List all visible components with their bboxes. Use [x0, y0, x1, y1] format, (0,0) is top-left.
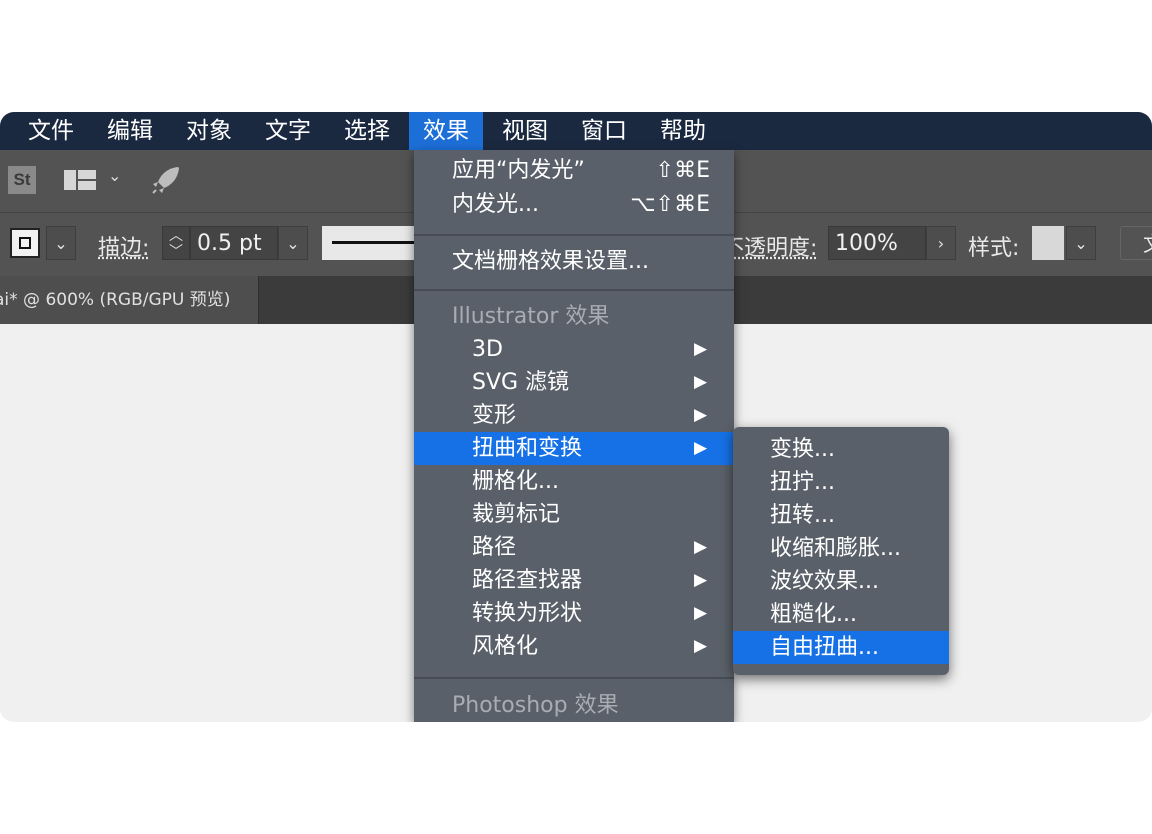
- menu-item-label: 扭曲和变换: [472, 436, 583, 461]
- document-setup-button[interactable]: 文: [1120, 226, 1152, 260]
- menu-item-crop-marks[interactable]: 裁剪标记: [414, 498, 734, 531]
- submenu-item-transform[interactable]: 变换...: [733, 433, 949, 466]
- shortcut-label: ⌥⇧⌘E: [630, 192, 710, 217]
- menu-item-label: 变形: [472, 403, 517, 428]
- effect-menu: 应用“内发光” ⇧⌘E 内发光... ⌥⇧⌘E 文档栅格效果设置... Illu…: [414, 150, 734, 722]
- menu-bar: 文件 编辑 对象 文字 选择 效果 视图 窗口 帮助: [0, 112, 1152, 150]
- opacity-expand-icon[interactable]: ›: [926, 226, 956, 260]
- chevron-down-icon[interactable]: ⌄: [108, 166, 121, 185]
- menu-separator: [414, 289, 734, 291]
- menu-effect[interactable]: 效果: [409, 112, 483, 150]
- menu-item-label: 扭拧...: [770, 470, 835, 495]
- adobe-stock-button[interactable]: St: [8, 166, 36, 194]
- stroke-color-swatch[interactable]: [10, 228, 40, 258]
- menu-separator: [414, 677, 734, 679]
- submenu-arrow-icon: ▶: [694, 636, 708, 656]
- opacity-label[interactable]: 不透明度:: [722, 230, 817, 262]
- stroke-color-dropdown[interactable]: ⌄: [46, 226, 76, 260]
- submenu-arrow-icon: ▶: [694, 405, 708, 425]
- style-label: 样式:: [968, 236, 1020, 261]
- menu-file[interactable]: 文件: [14, 112, 88, 150]
- menu-header-label: Illustrator 效果: [452, 304, 610, 329]
- submenu-item-roughen[interactable]: 粗糙化...: [733, 598, 949, 631]
- menu-item-label: 扭转...: [770, 503, 835, 528]
- menu-item-label: 收缩和膨胀...: [770, 536, 901, 561]
- submenu-arrow-icon: ▶: [694, 570, 708, 590]
- menu-item-label: 转换为形状: [472, 601, 583, 626]
- menu-item-stylize[interactable]: 风格化 ▶: [414, 630, 734, 663]
- submenu-arrow-icon: ▶: [694, 339, 708, 359]
- menu-item-label: 路径查找器: [472, 568, 583, 593]
- submenu-item-pucker-bloat[interactable]: 收缩和膨胀...: [733, 532, 949, 565]
- graphic-style-swatch[interactable]: [1032, 226, 1064, 260]
- stroke-stepper-icon[interactable]: ︿ ﹀: [162, 226, 190, 260]
- menu-window[interactable]: 窗口: [567, 112, 641, 150]
- menu-header-illustrator: Illustrator 效果: [414, 300, 734, 333]
- workspace-layout-icon[interactable]: [64, 170, 96, 190]
- menu-separator: [414, 234, 734, 236]
- menu-item-warp[interactable]: 变形 ▶: [414, 399, 734, 432]
- menu-item-apply-last-effect[interactable]: 应用“内发光” ⇧⌘E: [414, 154, 734, 187]
- menu-item-label: 路径: [472, 535, 517, 560]
- submenu-item-twist[interactable]: 扭转...: [733, 499, 949, 532]
- menu-item-label: 内发光...: [452, 192, 539, 217]
- menu-item-label: 栅格化...: [472, 469, 559, 494]
- stroke-weight-dropdown[interactable]: ⌄: [278, 226, 308, 260]
- document-tab[interactable]: ai* @ 600% (RGB/GPU 预览): [0, 276, 259, 324]
- menu-item-path[interactable]: 路径 ▶: [414, 531, 734, 564]
- distort-transform-submenu: 变换... 扭拧... 扭转... 收缩和膨胀... 波纹效果... 粗糙化..…: [733, 427, 949, 675]
- submenu-arrow-icon: ▶: [694, 438, 708, 458]
- shortcut-label: ⇧⌘E: [655, 158, 710, 183]
- menu-item-label: 变换...: [770, 437, 835, 462]
- menu-item-label: 3D: [472, 337, 503, 362]
- menu-item-label: SVG 滤镜: [472, 370, 570, 395]
- stroke-weight-input[interactable]: 0.5 pt: [190, 226, 278, 260]
- submenu-arrow-icon: ▶: [694, 603, 708, 623]
- menu-item-pathfinder[interactable]: 路径查找器 ▶: [414, 564, 734, 597]
- rocket-icon[interactable]: [150, 164, 182, 196]
- app-window: 文件 编辑 对象 文字 选择 效果 视图 窗口 帮助 St ⌄ ⌄ 描边: ︿ ﹀…: [0, 112, 1152, 722]
- menu-type[interactable]: 文字: [251, 112, 325, 150]
- menu-header-photoshop: Photoshop 效果: [414, 689, 734, 722]
- menu-item-label: 文档栅格效果设置...: [452, 249, 649, 274]
- submenu-item-tweak[interactable]: 扭拧...: [733, 466, 949, 499]
- menu-help[interactable]: 帮助: [646, 112, 720, 150]
- menu-item-svg-filters[interactable]: SVG 滤镜 ▶: [414, 366, 734, 399]
- menu-select[interactable]: 选择: [330, 112, 404, 150]
- submenu-item-free-distort[interactable]: 自由扭曲...: [733, 631, 949, 664]
- stroke-profile-preview[interactable]: [322, 226, 427, 260]
- opacity-input[interactable]: 100%: [828, 226, 926, 260]
- menu-edit[interactable]: 编辑: [93, 112, 167, 150]
- menu-view[interactable]: 视图: [488, 112, 562, 150]
- submenu-item-zig-zag[interactable]: 波纹效果...: [733, 565, 949, 598]
- menu-header-label: Photoshop 效果: [452, 693, 619, 718]
- menu-item-distort-transform[interactable]: 扭曲和变换 ▶: [414, 432, 734, 465]
- menu-item-last-effect[interactable]: 内发光... ⌥⇧⌘E: [414, 188, 734, 221]
- menu-item-label: 自由扭曲...: [770, 635, 879, 660]
- menu-item-label: 裁剪标记: [472, 502, 561, 527]
- submenu-arrow-icon: ▶: [694, 372, 708, 392]
- menu-object[interactable]: 对象: [172, 112, 246, 150]
- submenu-arrow-icon: ▶: [694, 537, 708, 557]
- menu-item-convert-to-shape[interactable]: 转换为形状 ▶: [414, 597, 734, 630]
- stroke-label[interactable]: 描边:: [98, 230, 149, 262]
- graphic-style-dropdown[interactable]: ⌄: [1066, 226, 1096, 260]
- menu-item-rasterize[interactable]: 栅格化...: [414, 465, 734, 498]
- menu-item-label: 应用“内发光”: [452, 158, 585, 183]
- menu-item-document-raster-settings[interactable]: 文档栅格效果设置...: [414, 245, 734, 278]
- menu-item-label: 波纹效果...: [770, 569, 879, 594]
- menu-item-label: 风格化: [472, 634, 539, 659]
- menu-item-label: 粗糙化...: [770, 602, 857, 627]
- menu-item-3d[interactable]: 3D ▶: [414, 333, 734, 366]
